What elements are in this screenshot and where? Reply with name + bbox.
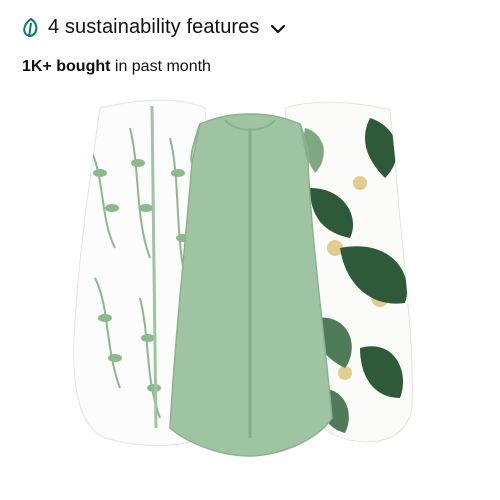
sustainability-features-label: 4 sustainability features [48, 16, 260, 38]
leaf-icon [22, 17, 40, 39]
bought-count: 1K+ bought [22, 58, 111, 75]
bought-suffix: in past month [110, 58, 211, 75]
sage-green-sleep-sack [169, 113, 333, 457]
chevron-down-icon [270, 22, 286, 34]
sustainability-features-toggle[interactable]: 4 sustainability features [22, 16, 286, 39]
product-image[interactable] [60, 88, 440, 480]
bought-in-past-month: 1K+ bought in past month [22, 58, 211, 76]
